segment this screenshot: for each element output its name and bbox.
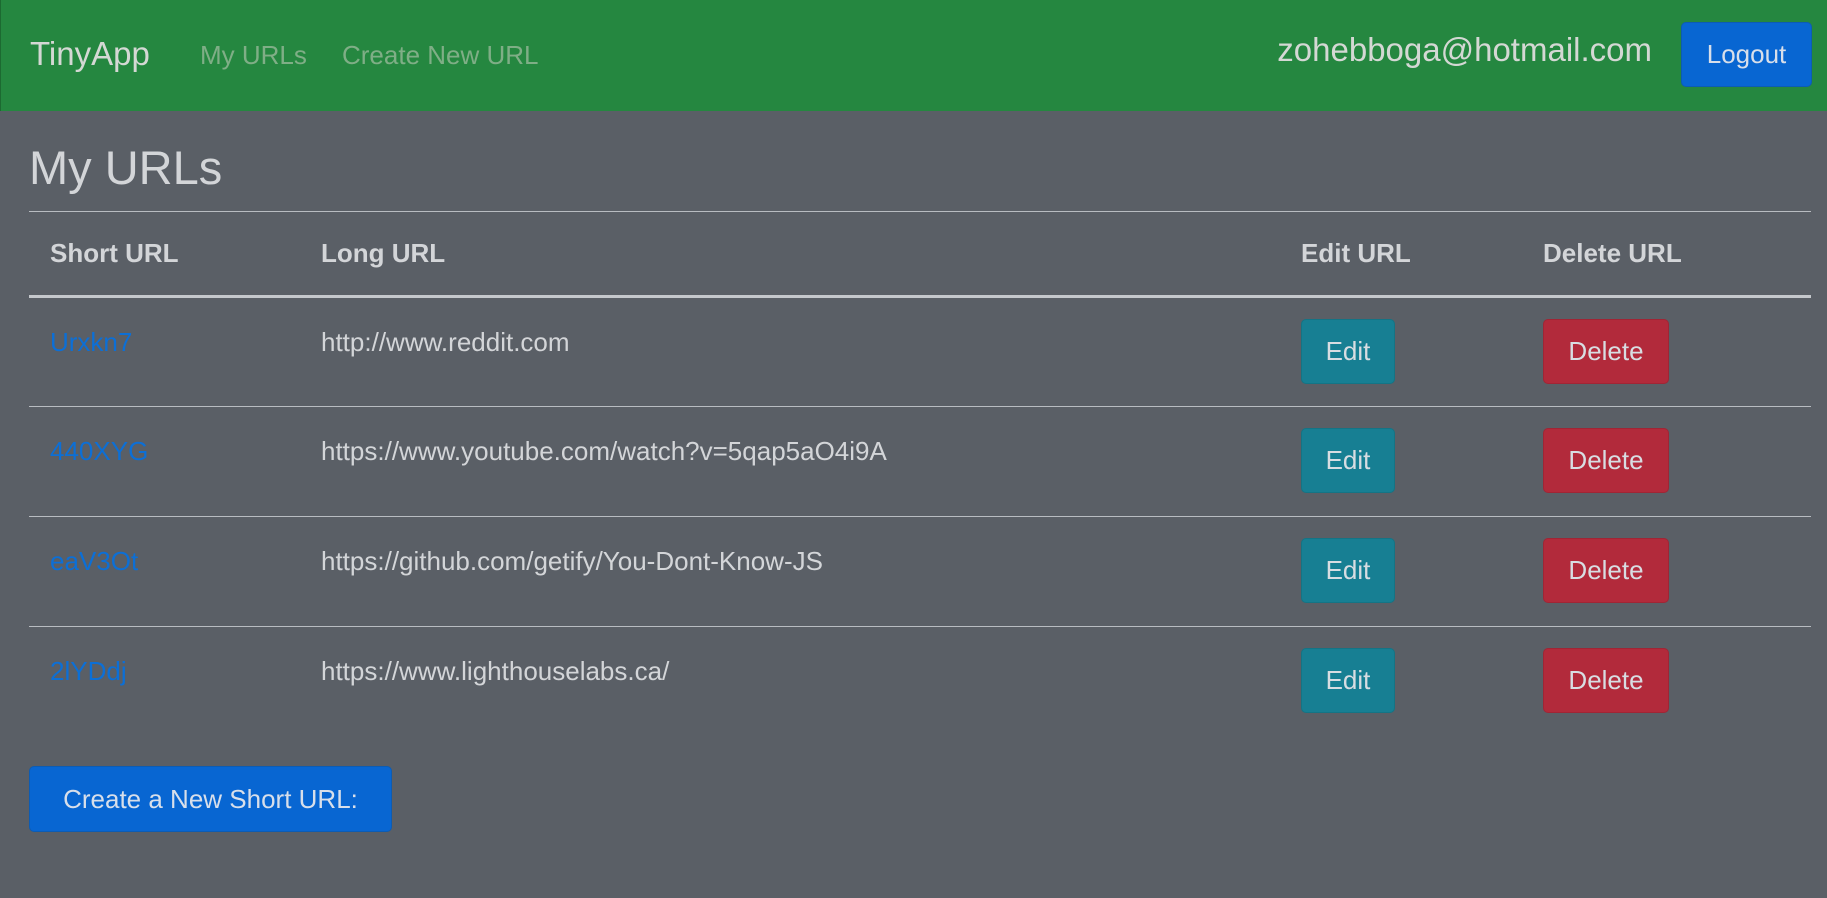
- edit-button[interactable]: Edit: [1301, 538, 1395, 603]
- header-edit-url: Edit URL: [1280, 211, 1522, 298]
- long-url-text: https://www.youtube.com/watch?v=5qap5aO4…: [321, 436, 887, 466]
- delete-cell: Delete: [1522, 516, 1811, 627]
- short-url-link[interactable]: 440XYG: [50, 435, 148, 467]
- edit-cell: Edit: [1280, 627, 1522, 737]
- top-navbar: TinyApp My URLs Create New URL zohebboga…: [0, 0, 1827, 111]
- delete-cell: Delete: [1522, 627, 1811, 737]
- logout-button[interactable]: Logout: [1681, 22, 1812, 87]
- edit-cell: Edit: [1280, 296, 1522, 407]
- delete-button[interactable]: Delete: [1543, 428, 1669, 493]
- table-row: 440XYG https://www.youtube.com/watch?v=5…: [29, 406, 1811, 517]
- short-url-link[interactable]: 2lYDdj: [50, 655, 127, 687]
- long-url-text: https://www.lighthouselabs.ca/: [321, 656, 670, 686]
- long-url-text: http://www.reddit.com: [321, 327, 570, 357]
- edit-button[interactable]: Edit: [1301, 428, 1395, 493]
- delete-button[interactable]: Delete: [1543, 538, 1669, 603]
- header-short-url: Short URL: [29, 211, 300, 298]
- header-long-url: Long URL: [300, 211, 1280, 298]
- nav-my-urls-link[interactable]: My URLs: [200, 39, 307, 71]
- short-url-link[interactable]: eaV3Ot: [50, 545, 138, 577]
- short-url-cell: 440XYG: [29, 406, 300, 517]
- short-url-cell: eaV3Ot: [29, 516, 300, 627]
- edit-cell: Edit: [1280, 516, 1522, 627]
- short-url-cell: Urxkn7: [29, 296, 300, 407]
- edit-cell: Edit: [1280, 406, 1522, 517]
- delete-cell: Delete: [1522, 296, 1811, 407]
- page-title: My URLs: [29, 141, 223, 194]
- table-header-row: Short URL Long URL Edit URL Delete URL: [29, 211, 1811, 298]
- create-new-short-url-button[interactable]: Create a New Short URL:: [29, 766, 392, 832]
- table-row: 2lYDdj https://www.lighthouselabs.ca/ Ed…: [29, 627, 1811, 737]
- long-url-cell: https://www.lighthouselabs.ca/: [300, 627, 1280, 737]
- header-delete-url: Delete URL: [1522, 211, 1811, 298]
- long-url-cell: http://www.reddit.com: [300, 296, 1280, 407]
- delete-button[interactable]: Delete: [1543, 319, 1669, 384]
- long-url-cell: https://www.youtube.com/watch?v=5qap5aO4…: [300, 406, 1280, 517]
- urls-table: Short URL Long URL Edit URL Delete URL U…: [29, 211, 1811, 737]
- table-row: eaV3Ot https://github.com/getify/You-Don…: [29, 516, 1811, 627]
- delete-cell: Delete: [1522, 406, 1811, 517]
- short-url-cell: 2lYDdj: [29, 627, 300, 737]
- long-url-text: https://github.com/getify/You-Dont-Know-…: [321, 546, 823, 576]
- short-url-link[interactable]: Urxkn7: [50, 326, 132, 358]
- table-row: Urxkn7 http://www.reddit.com Edit Delete: [29, 296, 1811, 407]
- long-url-cell: https://github.com/getify/You-Dont-Know-…: [300, 516, 1280, 627]
- edit-button[interactable]: Edit: [1301, 319, 1395, 384]
- user-email: zohebboga@hotmail.com: [1277, 31, 1652, 68]
- nav-create-new-url-link[interactable]: Create New URL: [342, 39, 539, 71]
- delete-button[interactable]: Delete: [1543, 648, 1669, 713]
- edit-button[interactable]: Edit: [1301, 648, 1395, 713]
- brand-link[interactable]: TinyApp: [30, 34, 150, 74]
